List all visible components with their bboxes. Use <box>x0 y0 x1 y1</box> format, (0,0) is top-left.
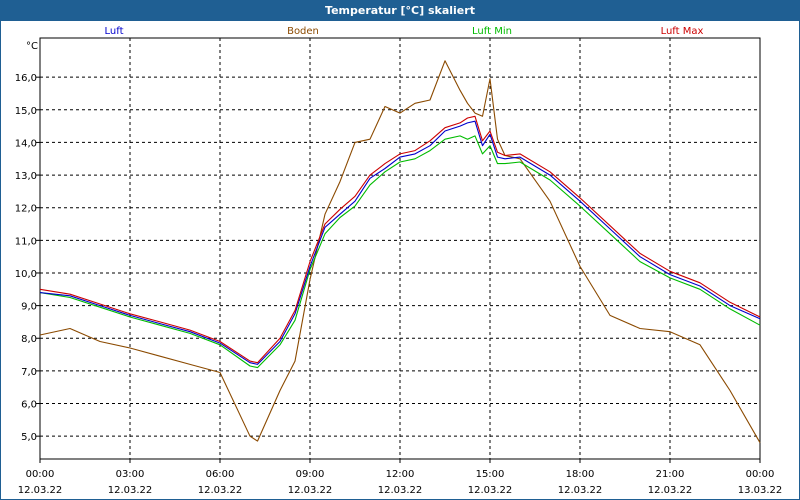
x-tick-date-label: 13.03.22 <box>738 485 783 496</box>
x-tick-time-label: 12:00 <box>386 469 415 480</box>
x-tick-date-label: 12.03.22 <box>648 485 693 496</box>
x-tick-time-label: 06:00 <box>206 469 235 480</box>
x-tick-time-label: 09:00 <box>296 469 325 480</box>
y-tick-label: 5,0 <box>21 432 37 443</box>
y-tick-label: 11,0 <box>15 236 37 247</box>
legend-entry: Luft Min <box>472 26 512 37</box>
x-tick-time-label: 00:00 <box>26 469 55 480</box>
y-tick-label: 9,0 <box>21 302 37 313</box>
y-tick-label: 16,0 <box>15 73 37 84</box>
legend-entry: Luft Max <box>661 26 704 37</box>
y-tick-label: 8,0 <box>21 334 37 345</box>
chart-legend: Luft Boden Luft Min Luft Max <box>105 26 704 37</box>
y-tick-label: 14,0 <box>15 138 37 149</box>
x-tick-time-label: 15:00 <box>476 469 505 480</box>
x-tick-time-label: 21:00 <box>656 469 685 480</box>
x-tick-date-label: 12.03.22 <box>18 485 63 496</box>
legend-entry: Boden <box>287 26 319 37</box>
temperature-chart: Luft Boden Luft Min Luft Max 5,0 6,0 7,0 8,0 9,… <box>15 26 783 496</box>
y-tick-label: 10,0 <box>15 269 37 280</box>
y-tick-label: 7,0 <box>21 367 37 378</box>
x-tick-time-label: 18:00 <box>566 469 595 480</box>
y-axis-unit-label: °C <box>26 41 38 52</box>
x-tick-time-label: 03:00 <box>116 469 145 480</box>
x-tick-date-label: 12.03.22 <box>108 485 153 496</box>
x-axis: 00:00 12.03.22 03:00 12.03.22 06:00 12.03.22 0… <box>18 459 783 496</box>
x-tick-date-label: 12.03.22 <box>288 485 333 496</box>
y-tick-label: 13,0 <box>15 171 37 182</box>
x-tick-date-label: 12.03.22 <box>378 485 423 496</box>
y-tick-label: 15,0 <box>15 106 37 117</box>
y-tick-label: 6,0 <box>21 400 37 411</box>
x-tick-time-label: 00:00 <box>746 469 775 480</box>
y-tick-label: 12,0 <box>15 204 37 215</box>
legend-entry: Luft <box>105 26 124 37</box>
x-tick-date-label: 12.03.22 <box>198 485 243 496</box>
x-tick-date-label: 12.03.22 <box>468 485 513 496</box>
gridlines <box>40 38 760 459</box>
x-tick-date-label: 12.03.22 <box>558 485 603 496</box>
y-axis: 5,0 6,0 7,0 8,0 9,0 10,0 11,0 12,0 13,0 14,0 15,0 1… <box>15 73 40 443</box>
